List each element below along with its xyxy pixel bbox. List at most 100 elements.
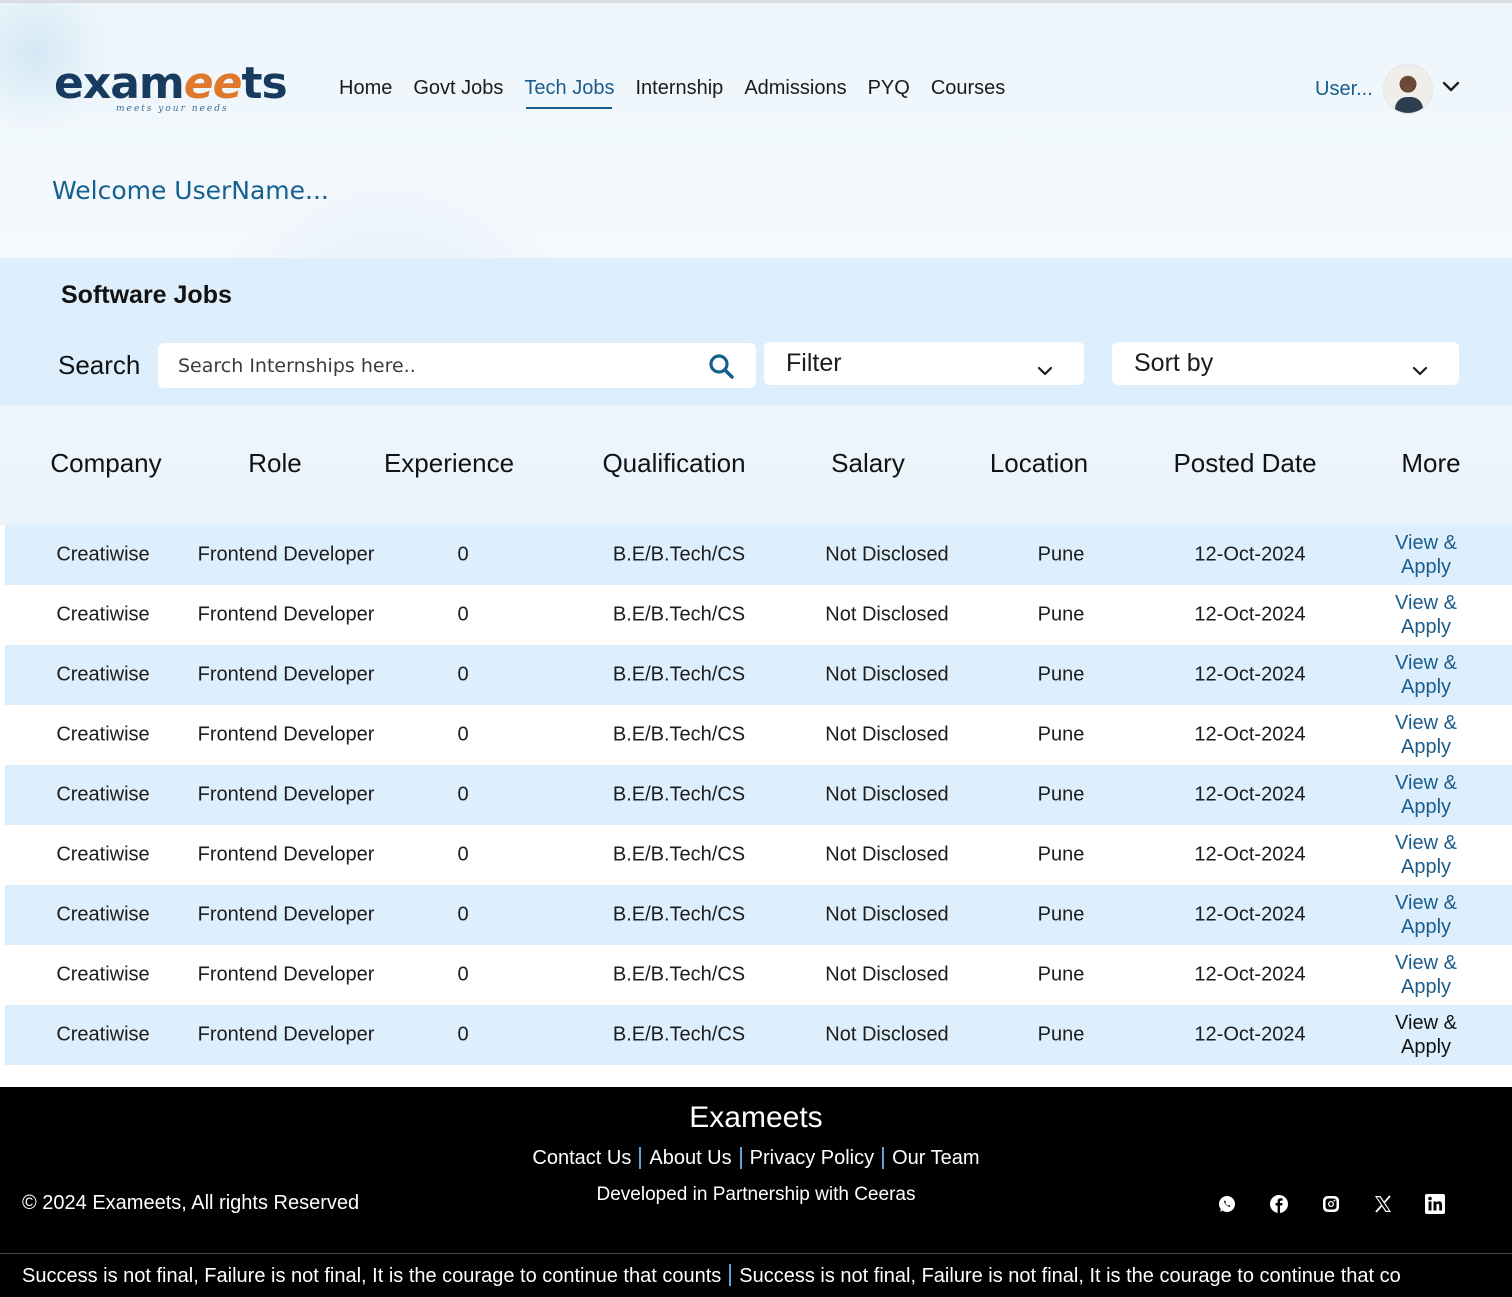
column-header-experience[interactable]: Experience <box>384 448 514 479</box>
footer-copyright: © 2024 Exameets, All rights Reserved <box>22 1192 360 1214</box>
view-apply-link[interactable]: View & Apply <box>1381 891 1471 939</box>
nav-courses[interactable]: Courses <box>931 77 1005 100</box>
cell-qualification: B.E/B.Tech/CS <box>612 543 746 566</box>
nav-admissions[interactable]: Admissions <box>744 77 846 100</box>
view-apply-link[interactable]: View & Apply <box>1381 651 1471 699</box>
divider <box>729 1264 732 1286</box>
cell-experience: 0 <box>457 543 469 566</box>
view-apply-link[interactable]: View & Apply <box>1381 531 1471 579</box>
user-name: User... <box>1315 77 1373 100</box>
cell-qualification: B.E/B.Tech/CS <box>612 723 746 746</box>
search-input[interactable] <box>178 354 698 377</box>
whatsapp-icon[interactable] <box>1216 1193 1238 1215</box>
cell-qualification: B.E/B.Tech/CS <box>612 903 746 926</box>
footer-link-about[interactable]: About Us <box>649 1147 731 1170</box>
cell-location: Pune <box>1037 663 1085 686</box>
cell-role: Frontend Developer <box>197 903 375 926</box>
footer-link-privacy[interactable]: Privacy Policy <box>750 1147 874 1170</box>
instagram-icon[interactable] <box>1320 1193 1342 1215</box>
cell-salary: Not Disclosed <box>825 603 949 626</box>
cell-salary: Not Disclosed <box>825 963 949 986</box>
x-icon[interactable] <box>1372 1193 1394 1215</box>
linkedin-icon[interactable] <box>1424 1193 1446 1215</box>
cell-salary: Not Disclosed <box>825 843 949 866</box>
view-apply-link[interactable]: View & Apply <box>1381 591 1471 639</box>
cell-posted-date: 12-Oct-2024 <box>1194 843 1306 866</box>
table-row[interactable]: Creatiwise Frontend Developer 0 B.E/B.Te… <box>5 645 1512 705</box>
sort-label: Sort by <box>1134 349 1214 377</box>
cell-role: Frontend Developer <box>197 663 375 686</box>
cell-company: Creatiwise <box>56 603 150 626</box>
table-row[interactable]: Creatiwise Frontend Developer 0 B.E/B.Te… <box>5 585 1512 645</box>
view-apply-link[interactable]: View & Apply <box>1381 771 1471 819</box>
column-header-company[interactable]: Company <box>50 448 161 479</box>
nav-internship[interactable]: Internship <box>635 77 723 100</box>
filter-label: Filter <box>786 349 842 377</box>
logo-tagline: meets your needs <box>116 104 229 114</box>
table-row[interactable]: Creatiwise Frontend Developer 0 B.E/B.Te… <box>5 1005 1512 1065</box>
search-icon[interactable] <box>708 353 734 384</box>
column-header-role[interactable]: Role <box>248 448 301 479</box>
logo-part-1: exam <box>54 58 185 109</box>
cell-posted-date: 12-Oct-2024 <box>1194 903 1306 926</box>
view-apply-link[interactable]: View & Apply <box>1381 951 1471 999</box>
cell-salary: Not Disclosed <box>825 783 949 806</box>
column-header-posted-date[interactable]: Posted Date <box>1173 448 1316 479</box>
chevron-down-icon <box>1036 355 1054 384</box>
nav-govt-jobs[interactable]: Govt Jobs <box>413 77 503 100</box>
footer-link-team[interactable]: Our Team <box>892 1147 979 1170</box>
table-row[interactable]: Creatiwise Frontend Developer 0 B.E/B.Te… <box>5 825 1512 885</box>
view-apply-link[interactable]: View & Apply <box>1381 831 1471 879</box>
footer-link-contact[interactable]: Contact Us <box>532 1147 631 1170</box>
nav-home[interactable]: Home <box>339 77 392 100</box>
logo-wordmark: exameets <box>54 58 288 109</box>
cell-posted-date: 12-Oct-2024 <box>1194 663 1306 686</box>
column-header-salary[interactable]: Salary <box>831 448 905 479</box>
logo-part-3: ts <box>241 58 287 109</box>
user-menu[interactable]: User... <box>1315 64 1461 114</box>
facebook-icon[interactable] <box>1268 1193 1290 1215</box>
cell-qualification: B.E/B.Tech/CS <box>612 843 746 866</box>
brand-logo[interactable]: exameets meets your needs <box>54 58 288 115</box>
cell-posted-date: 12-Oct-2024 <box>1194 1023 1306 1046</box>
table-row[interactable]: Creatiwise Frontend Developer 0 B.E/B.Te… <box>5 705 1512 765</box>
table-row[interactable]: Creatiwise Frontend Developer 0 B.E/B.Te… <box>5 765 1512 825</box>
logo-part-2: ee <box>183 58 243 109</box>
nav-pyq[interactable]: PYQ <box>868 77 910 100</box>
cell-location: Pune <box>1037 543 1085 566</box>
column-header-qualification[interactable]: Qualification <box>602 448 745 479</box>
cell-location: Pune <box>1037 963 1085 986</box>
quote-ticker: Success is not final, Failure is not fin… <box>0 1253 1512 1297</box>
cell-experience: 0 <box>457 663 469 686</box>
ticker-text: Success is not final, Failure is not fin… <box>739 1265 1401 1287</box>
cell-company: Creatiwise <box>56 783 150 806</box>
column-header-location[interactable]: Location <box>990 448 1088 479</box>
cell-company: Creatiwise <box>56 963 150 986</box>
search-label: Search <box>58 350 141 380</box>
sort-dropdown[interactable]: Sort by <box>1112 342 1459 385</box>
search-field[interactable] <box>158 343 756 388</box>
divider <box>882 1147 885 1169</box>
cell-role: Frontend Developer <box>197 783 375 806</box>
cell-qualification: B.E/B.Tech/CS <box>612 783 746 806</box>
table-row[interactable]: Creatiwise Frontend Developer 0 B.E/B.Te… <box>5 525 1512 585</box>
table-row[interactable]: Creatiwise Frontend Developer 0 B.E/B.Te… <box>5 885 1512 945</box>
site-footer: Exameets Contact Us About Us Privacy Pol… <box>0 1087 1512 1253</box>
cell-location: Pune <box>1037 723 1085 746</box>
chevron-down-icon[interactable] <box>1441 80 1461 98</box>
cell-role: Frontend Developer <box>197 843 375 866</box>
cell-posted-date: 12-Oct-2024 <box>1194 603 1306 626</box>
filter-dropdown[interactable]: Filter <box>764 342 1084 385</box>
nav-tech-jobs[interactable]: Tech Jobs <box>524 77 614 109</box>
table-row[interactable]: Creatiwise Frontend Developer 0 B.E/B.Te… <box>5 945 1512 1005</box>
view-apply-link[interactable]: View & Apply <box>1381 1011 1471 1059</box>
avatar[interactable] <box>1382 64 1433 114</box>
view-apply-link[interactable]: View & Apply <box>1381 711 1471 759</box>
cell-company: Creatiwise <box>56 843 150 866</box>
cell-location: Pune <box>1037 903 1085 926</box>
cell-salary: Not Disclosed <box>825 723 949 746</box>
cell-company: Creatiwise <box>56 723 150 746</box>
ticker-text: Success is not final, Failure is not fin… <box>22 1265 722 1287</box>
divider <box>739 1147 742 1169</box>
footer-brand: Exameets <box>689 1101 823 1134</box>
